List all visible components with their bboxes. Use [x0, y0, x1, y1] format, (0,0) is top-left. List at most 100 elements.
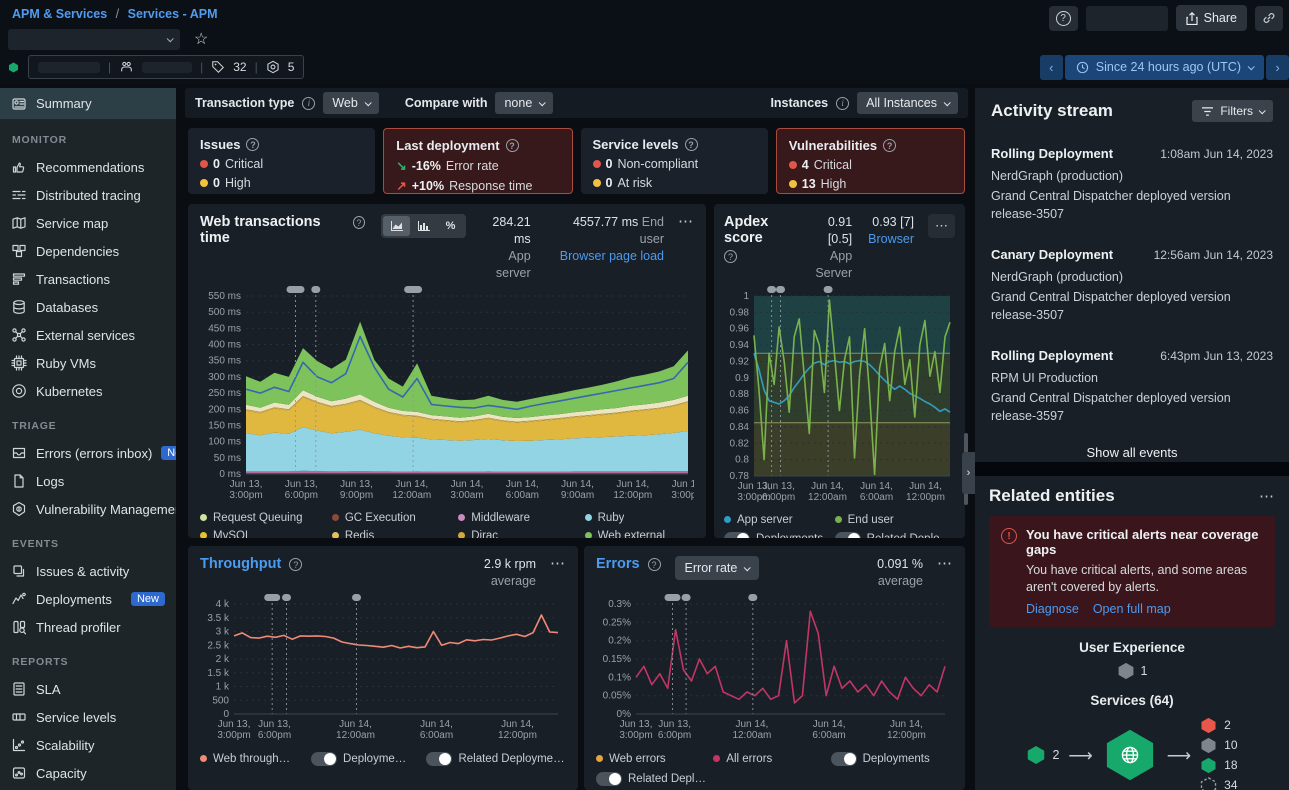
sidebar-item-recommendations[interactable]: Recommendations [0, 153, 176, 181]
toggle-deployments[interactable]: Deployments [724, 532, 829, 539]
toggle-related-deployments[interactable]: Related Deployments [596, 772, 707, 786]
legend-gc-execution[interactable]: GC Execution [332, 512, 452, 524]
help-icon[interactable]: ? [724, 250, 737, 263]
copy-link-button[interactable] [1255, 6, 1283, 31]
compare-with-select[interactable]: none [495, 92, 553, 114]
card-last-deployment[interactable]: Last deployment?↘-16%Error rate↗+10%Resp… [383, 128, 572, 194]
panel-menu-button[interactable]: ⋯ [678, 214, 694, 229]
panel-menu-button[interactable]: ⋯ [937, 556, 953, 571]
apdex-browser-link[interactable]: Browser [868, 231, 914, 248]
toggle-switch[interactable] [835, 532, 861, 539]
area-chart-button[interactable] [383, 216, 410, 236]
breadcrumb-services-apm[interactable]: Services - APM [128, 7, 218, 21]
toggle-switch[interactable] [426, 752, 452, 766]
sidebar-item-transactions[interactable]: Transactions [0, 265, 176, 293]
toggle-related-deployments[interactable]: Related Deployments [835, 532, 955, 539]
activity-event[interactable]: Canary Deployment12:56am Jun 14, 2023Ner… [991, 247, 1273, 324]
time-next-button[interactable]: › [1266, 55, 1289, 80]
sidebar-item-deployments[interactable]: DeploymentsNew [0, 585, 176, 613]
sidebar-item-ruby-vms[interactable]: Ruby VMs [0, 349, 176, 377]
help-button[interactable]: ? [1049, 6, 1078, 31]
sidebar-item-capacity[interactable]: Capacity [0, 759, 176, 787]
sidebar-item-service-map[interactable]: Service map [0, 209, 176, 237]
tag-count[interactable]: 32 [233, 60, 246, 74]
sidebar-item-service-levels[interactable]: Service levels [0, 703, 176, 731]
legend-middleware[interactable]: Middleware [458, 512, 578, 524]
throughput-title[interactable]: Throughput [200, 556, 281, 572]
sidebar-item-vulnerability-management[interactable]: Vulnerability Management [0, 495, 176, 523]
services-breakdown-row[interactable]: 10 [1200, 737, 1237, 754]
toggle-deployments[interactable]: Deployments [311, 752, 408, 766]
services-breakdown-row[interactable]: 2 [1200, 717, 1237, 734]
info-icon[interactable]: i [302, 97, 315, 110]
rail-collapse-button[interactable]: › [962, 452, 975, 494]
legend-end-user[interactable]: End user [835, 514, 955, 526]
sidebar-item-sla[interactable]: SLA [0, 675, 176, 703]
sidebar-item-scalability[interactable]: Scalability [0, 731, 176, 759]
sidebar-item-issues-activity[interactable]: Issues & activity [0, 557, 176, 585]
sidebar-item-thread-profiler[interactable]: Thread profiler [0, 613, 176, 641]
info-icon[interactable]: i [836, 97, 849, 110]
toggle-switch[interactable] [831, 752, 857, 766]
legend-dirac[interactable]: Dirac [458, 530, 578, 539]
legend-web-external[interactable]: Web external [585, 530, 694, 539]
help-icon[interactable]: ? [506, 139, 519, 152]
help-icon[interactable]: ? [353, 216, 365, 229]
toggle-switch[interactable] [311, 752, 337, 766]
legend-mysql[interactable]: MySQL [200, 530, 326, 539]
sidebar-item-databases[interactable]: Databases [0, 293, 176, 321]
help-icon[interactable]: ? [289, 558, 302, 571]
percent-view-button[interactable]: % [437, 216, 464, 236]
sidebar-item-distributed-tracing[interactable]: Distributed tracing [0, 181, 176, 209]
time-range-button[interactable]: Since 24 hours ago (UTC) [1065, 55, 1264, 80]
panel-menu-button[interactable]: ⋯ [550, 556, 566, 571]
entity-selector-redacted[interactable] [8, 29, 180, 50]
activity-event[interactable]: Rolling Deployment1:08am Jun 14, 2023Ner… [991, 146, 1273, 223]
breadcrumb-apm-services[interactable]: APM & Services [12, 7, 107, 21]
legend-app-server[interactable]: App server [724, 514, 829, 526]
browser-page-load-link[interactable]: Browser page load [553, 248, 664, 265]
help-icon[interactable]: ? [685, 138, 698, 151]
sidebar-item-dependencies[interactable]: Dependencies [0, 237, 176, 265]
transaction-type-select[interactable]: Web [323, 92, 378, 114]
related-entities-menu-button[interactable]: ⋯ [1259, 489, 1275, 504]
services-breakdown-row[interactable]: 18 [1200, 757, 1237, 774]
error-rate-select[interactable]: Error rate [675, 556, 760, 580]
activity-event[interactable]: Rolling Deployment6:43pm Jun 13, 2023RPM… [991, 348, 1273, 425]
sidebar-item-logs[interactable]: Logs [0, 467, 176, 495]
card-vulnerabilities[interactable]: Vulnerabilities?4Critical13High [776, 128, 965, 194]
services-entry-node[interactable]: 2 [1026, 745, 1059, 765]
filters-button[interactable]: Filters [1192, 100, 1273, 122]
toggle-deployments[interactable]: Deployments [831, 752, 953, 766]
show-all-events-link[interactable]: Show all events [991, 445, 1273, 460]
legend-all-errors[interactable]: All errors [713, 752, 824, 766]
user-experience-node[interactable]: 1 [989, 662, 1275, 680]
share-button[interactable]: Share [1176, 5, 1247, 31]
time-prev-button[interactable]: ‹ [1040, 55, 1063, 80]
card-service-levels[interactable]: Service levels?0Non-compliant0At risk [581, 128, 768, 194]
toggle-switch[interactable] [596, 772, 622, 786]
help-icon[interactable]: ? [246, 138, 259, 151]
help-icon[interactable]: ? [648, 558, 661, 571]
legend-web-errors[interactable]: Web errors [596, 752, 707, 766]
panel-menu-button[interactable]: ⋯ [928, 214, 955, 238]
help-icon[interactable]: ? [883, 139, 896, 152]
instances-select[interactable]: All Instances [857, 92, 958, 114]
sidebar-item-errors-errors-inbox-[interactable]: Errors (errors inbox)New [0, 439, 176, 467]
legend-request-queuing[interactable]: Request Queuing [200, 512, 326, 524]
workload-count[interactable]: 5 [288, 60, 295, 74]
bar-chart-button[interactable] [410, 216, 437, 236]
sidebar-item-external-services[interactable]: External services [0, 321, 176, 349]
toggle-related-deployments[interactable]: Related Deployments [426, 752, 566, 766]
sidebar-item-summary[interactable]: Summary [0, 88, 176, 119]
errors-title[interactable]: Errors [596, 556, 640, 572]
card-issues[interactable]: Issues?0Critical0High [188, 128, 375, 194]
legend-redis[interactable]: Redis [332, 530, 452, 539]
legend-web-throughput[interactable]: Web throughput [200, 752, 293, 766]
open-full-map-link[interactable]: Open full map [1093, 602, 1171, 616]
sidebar-item-kubernetes[interactable]: Kubernetes [0, 377, 176, 405]
services-breakdown-row[interactable]: 34 [1200, 777, 1237, 790]
toggle-switch[interactable] [724, 532, 750, 539]
favorite-star-icon[interactable]: ☆ [194, 32, 208, 48]
legend-ruby[interactable]: Ruby [585, 512, 694, 524]
